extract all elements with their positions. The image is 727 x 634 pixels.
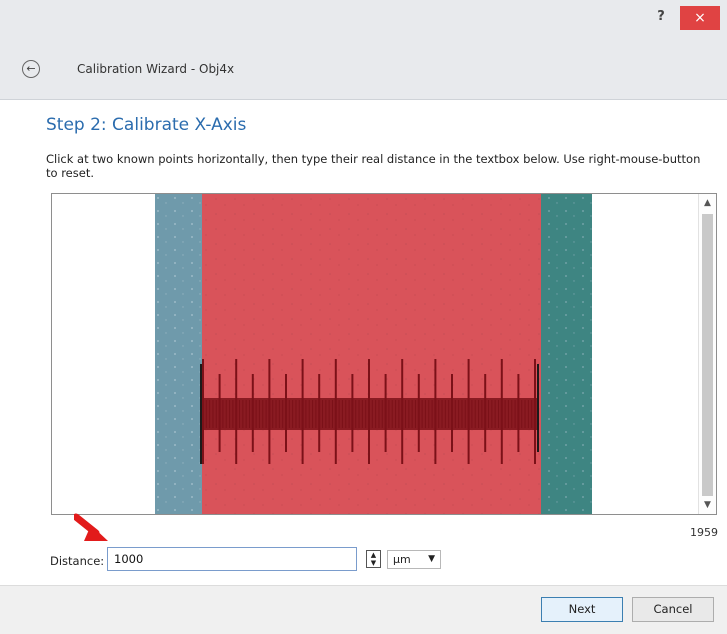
arrow-left-icon: ← [26, 62, 36, 75]
help-button[interactable]: ? [646, 6, 676, 28]
scroll-thumb[interactable] [702, 214, 713, 496]
spin-up-icon[interactable]: ▲ [371, 551, 376, 559]
distance-input[interactable] [107, 547, 357, 571]
wizard-footer: Next Cancel [0, 585, 727, 634]
spin-down-icon[interactable]: ▼ [371, 559, 376, 567]
unit-dropdown[interactable]: µm ▼ [387, 550, 441, 569]
wizard-title: Calibration Wizard - Obj4x [77, 62, 235, 76]
chevron-down-icon[interactable]: ▼ [699, 498, 716, 512]
next-button[interactable]: Next [541, 597, 623, 622]
vertical-scrollbar[interactable]: ▲ ▼ [698, 194, 716, 514]
pixel-distance-readout: 1959 [690, 526, 718, 539]
wizard-header: ← Calibration Wizard - Obj4x [0, 40, 727, 100]
chevron-down-icon: ▼ [428, 554, 435, 564]
back-button[interactable]: ← [22, 60, 40, 78]
close-button[interactable]: × [680, 6, 720, 30]
title-bar: ? × [0, 0, 727, 40]
pointer-arrow-icon [74, 513, 108, 541]
step-title: Step 2: Calibrate X-Axis [46, 115, 247, 135]
calibration-wizard-window: ? × ← Calibration Wizard - Obj4x Step 2:… [0, 0, 727, 634]
distance-label: Distance: [50, 554, 105, 568]
distance-spinner[interactable]: ▲ ▼ [366, 550, 381, 568]
instruction-text: Click at two known points horizontally, … [46, 152, 701, 180]
image-viewer[interactable]: ▲ ▼ [51, 193, 717, 515]
cancel-button[interactable]: Cancel [632, 597, 714, 622]
chevron-up-icon[interactable]: ▲ [699, 196, 716, 210]
unit-value: µm [393, 553, 411, 566]
microscope-image[interactable] [155, 194, 592, 514]
